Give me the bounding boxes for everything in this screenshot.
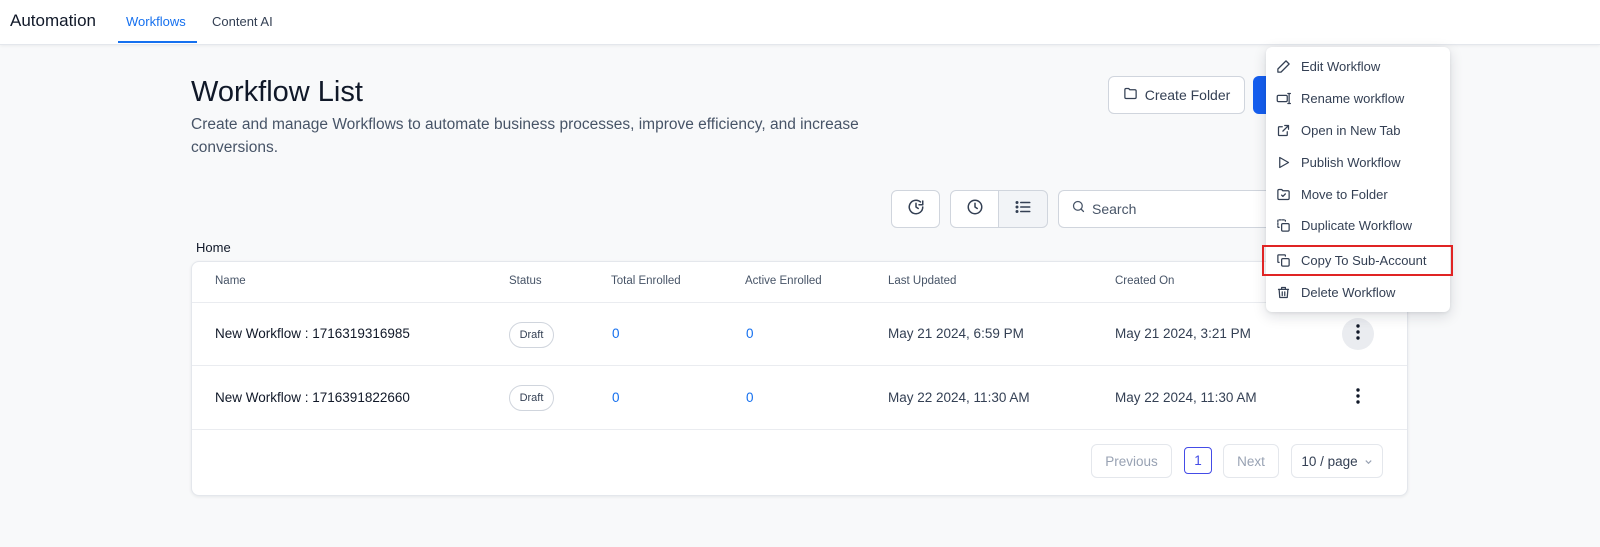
list-icon	[1014, 198, 1032, 221]
highlight-outline	[1262, 245, 1453, 276]
menu-item-rename-workflow[interactable]: Rename workflow	[1266, 84, 1450, 112]
history-icon	[907, 198, 925, 221]
menu-item-move-to-folder[interactable]: Move to Folder	[1266, 180, 1450, 208]
header-divider	[192, 302, 1407, 303]
search-icon	[1071, 199, 1086, 219]
active-enrolled-link[interactable]: 0	[746, 326, 754, 341]
created-on-value: May 22 2024, 11:30 AM	[1115, 390, 1257, 405]
chevron-down-icon	[1364, 454, 1373, 469]
menu-item-label: Move to Folder	[1301, 186, 1388, 202]
search-box	[1058, 190, 1278, 228]
total-enrolled-link[interactable]: 0	[612, 390, 620, 405]
menu-item-delete-workflow[interactable]: Delete Workflow	[1266, 278, 1450, 306]
menu-item-publish-workflow[interactable]: Publish Workflow	[1266, 148, 1450, 176]
status-badge: Draft	[509, 385, 554, 411]
column-header-name: Name	[215, 275, 246, 287]
column-header-last-updated: Last Updated	[888, 275, 957, 287]
workflow-name-link[interactable]: New Workflow : 1716319316985	[215, 326, 410, 341]
menu-item-edit-workflow[interactable]: Edit Workflow	[1266, 52, 1450, 80]
next-page-button[interactable]: Next	[1223, 444, 1279, 478]
active-tab-indicator	[118, 41, 197, 43]
active-enrolled-link[interactable]: 0	[746, 390, 754, 405]
row-actions-button[interactable]	[1342, 382, 1374, 414]
external-link-icon	[1276, 123, 1291, 138]
column-header-total-enrolled: Total Enrolled	[611, 275, 681, 287]
row-divider	[192, 429, 1407, 430]
column-header-created-on: Created On	[1115, 275, 1175, 287]
row-actions-button[interactable]	[1342, 318, 1374, 350]
created-on-value: May 21 2024, 3:21 PM	[1115, 326, 1251, 341]
create-folder-button[interactable]: Create Folder	[1108, 76, 1245, 114]
tab-content-ai[interactable]: Content AI	[212, 14, 273, 29]
column-header-status: Status	[509, 275, 542, 287]
menu-item-label: Delete Workflow	[1301, 284, 1396, 300]
create-folder-label: Create Folder	[1144, 87, 1231, 103]
menu-item-duplicate-workflow[interactable]: Duplicate Workflow	[1266, 211, 1450, 239]
menu-item-label: Open in New Tab	[1301, 122, 1401, 138]
more-vertical-icon	[1356, 323, 1360, 345]
tab-workflows[interactable]: Workflows	[126, 14, 186, 29]
more-vertical-icon	[1356, 387, 1360, 409]
folder-icon	[1123, 86, 1138, 104]
page-description: Create and manage Workflows to automate …	[191, 116, 859, 156]
menu-item-label: Duplicate Workflow	[1301, 217, 1413, 233]
total-enrolled-link[interactable]: 0	[612, 326, 620, 341]
page-title: Workflow List	[191, 76, 363, 108]
recent-view-button[interactable]	[950, 190, 999, 228]
menu-item-label: Publish Workflow	[1301, 154, 1401, 170]
page-1-button[interactable]: 1	[1184, 447, 1212, 474]
breadcrumb-home[interactable]: Home	[196, 240, 231, 255]
row-divider	[192, 365, 1407, 366]
trash-icon	[1276, 285, 1291, 300]
history-button[interactable]	[891, 190, 940, 228]
app-title: Automation	[10, 11, 96, 30]
play-icon	[1276, 155, 1291, 170]
rename-icon	[1276, 91, 1291, 106]
previous-page-button[interactable]: Previous	[1091, 444, 1172, 478]
column-header-active-enrolled: Active Enrolled	[745, 275, 822, 287]
last-updated-value: May 21 2024, 6:59 PM	[888, 326, 1024, 341]
clock-icon	[966, 198, 984, 221]
search-input[interactable]	[1092, 201, 1252, 217]
menu-item-label: Rename workflow	[1301, 90, 1405, 106]
list-view-button[interactable]	[998, 190, 1048, 228]
duplicate-icon	[1276, 218, 1291, 233]
pencil-icon	[1276, 59, 1291, 74]
page-size-select[interactable]: 10 / page	[1291, 444, 1383, 478]
folder-move-icon	[1276, 187, 1291, 202]
menu-item-open-in-new-tab[interactable]: Open in New Tab	[1266, 116, 1450, 144]
page-size-value: 10 / page	[1301, 453, 1358, 469]
last-updated-value: May 22 2024, 11:30 AM	[888, 390, 1030, 405]
status-badge: Draft	[509, 322, 554, 348]
menu-item-label: Edit Workflow	[1301, 58, 1381, 74]
workflow-name-link[interactable]: New Workflow : 1716391822660	[215, 390, 410, 405]
